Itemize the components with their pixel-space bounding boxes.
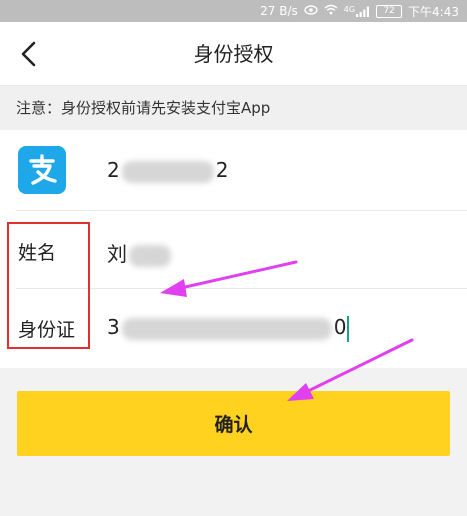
id-number-label: 身份证: [18, 319, 76, 341]
eye-icon: [304, 4, 318, 18]
name-row: 姓名 刘: [0, 211, 467, 289]
id-number-row: 身份证 30: [0, 289, 467, 368]
alipay-account-suffix: 2: [215, 158, 229, 182]
id-number-prefix: 3: [107, 315, 120, 339]
battery-level: 72: [383, 5, 395, 16]
confirm-button[interactable]: 确认: [17, 391, 450, 456]
signal-label: 4G: [343, 4, 356, 14]
name-prefix: 刘: [107, 242, 127, 266]
chevron-left-icon: [21, 41, 36, 67]
text-cursor: [347, 315, 350, 342]
alipay-account-prefix: 2: [107, 158, 120, 182]
masked-text: [129, 244, 171, 267]
notice-banner: 注意：身份授权前请先安装支付宝App: [0, 87, 467, 129]
id-number-suffix: 0: [333, 315, 347, 339]
alipay-account-field[interactable]: 22: [107, 158, 228, 183]
masked-text: [121, 317, 332, 340]
name-field[interactable]: 刘: [107, 238, 173, 267]
status-time: 下午4:43: [408, 4, 459, 19]
battery-icon: 72: [376, 4, 403, 18]
alipay-account-row: 22: [0, 130, 467, 211]
name-label: 姓名: [18, 242, 57, 264]
page-title: 身份授权: [193, 42, 274, 66]
signal-icon: 4G: [343, 4, 370, 17]
alipay-logo-icon: [18, 146, 66, 194]
back-button[interactable]: [6, 32, 50, 76]
status-bar: 27 B/s 4G 72 下午4:43: [0, 0, 467, 22]
id-number-field[interactable]: 30: [107, 315, 350, 342]
wifi-icon: [324, 4, 338, 18]
nav-bar: 身份授权: [0, 22, 467, 86]
authorization-form: 22 姓名 刘 身份证 30: [0, 130, 467, 368]
masked-text: [121, 160, 214, 183]
network-speed: 27 B/s: [260, 4, 298, 18]
